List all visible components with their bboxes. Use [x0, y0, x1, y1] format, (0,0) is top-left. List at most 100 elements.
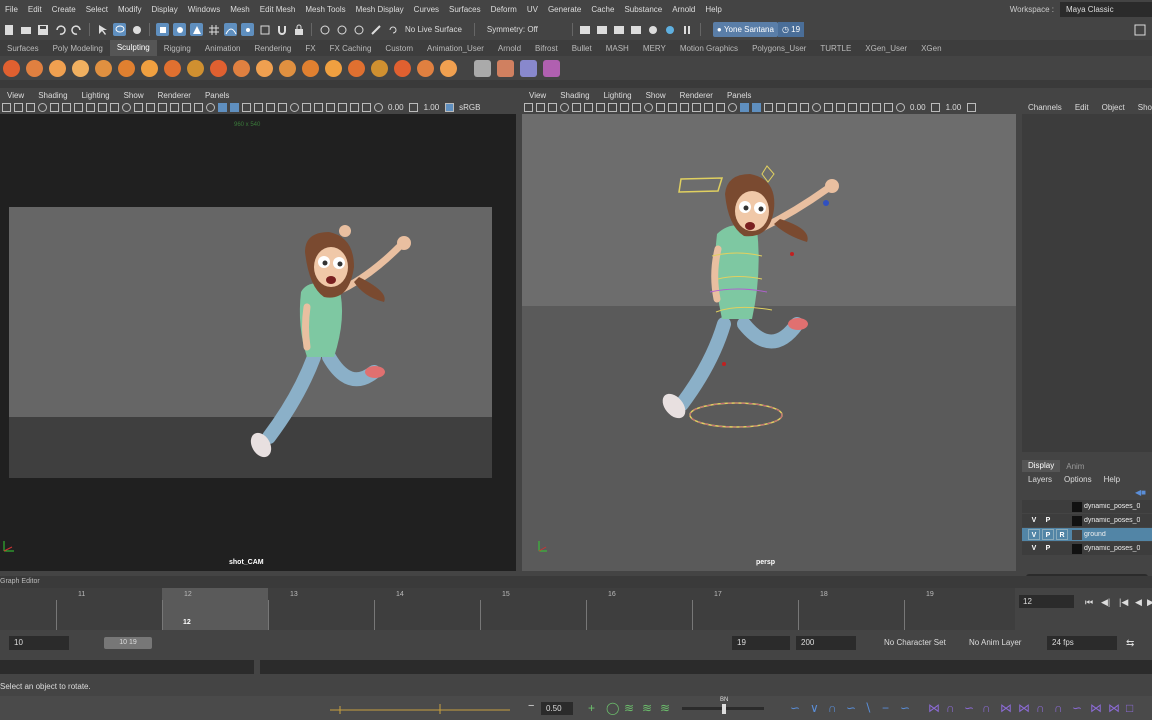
viewport-tool-icon[interactable]	[145, 103, 155, 112]
shelf-tab-fx[interactable]: FX	[298, 44, 322, 53]
menu-substance[interactable]: Substance	[619, 5, 667, 14]
shelf-tab-mery[interactable]: MERY	[636, 44, 673, 53]
minus-icon[interactable]: −	[528, 700, 534, 712]
left-panel-menu-shading[interactable]: Shading	[31, 91, 74, 100]
shelf-tool-icon[interactable]	[26, 59, 43, 77]
gamma-icon[interactable]	[931, 103, 941, 112]
viewport-tool-icon[interactable]	[97, 103, 107, 112]
curve-plateau-icon[interactable]: −	[882, 701, 889, 715]
viewport-tool-icon[interactable]	[253, 103, 263, 112]
shelf-tool-icon[interactable]	[325, 59, 342, 77]
layer-menu-options[interactable]: Options	[1058, 475, 1098, 484]
curve-auto-icon[interactable]: ∽	[900, 701, 910, 715]
layer-playback-toggle[interactable]	[1042, 501, 1054, 512]
shelf-tool-icon[interactable]	[497, 59, 514, 77]
mel-command-input[interactable]	[0, 660, 254, 674]
start-frame-field[interactable]: 10	[9, 636, 69, 650]
loop-icon[interactable]: ⇆	[1126, 638, 1134, 649]
shelf-tool-icon[interactable]	[187, 59, 204, 77]
layer-menu-layers[interactable]: Layers	[1022, 475, 1058, 484]
layer-name[interactable]: dynamic_poses_0	[1084, 517, 1140, 524]
menu-mesh[interactable]: Mesh	[225, 5, 255, 14]
viewport-tool-icon[interactable]	[229, 103, 239, 112]
menu-arnold[interactable]: Arnold	[667, 5, 700, 14]
magnet-icon[interactable]	[275, 23, 288, 36]
layer-row[interactable]: dynamic_poses_0	[1022, 500, 1152, 513]
construction-history-icon[interactable]	[318, 23, 331, 36]
paint-select-icon[interactable]	[130, 23, 143, 36]
viewport-tool-icon[interactable]	[835, 103, 845, 112]
graph-editor-label[interactable]: Graph Editor	[0, 578, 40, 585]
viewport-tool-icon[interactable]	[49, 103, 59, 112]
menu-create[interactable]: Create	[47, 5, 81, 14]
gamma-field[interactable]: 1.00	[424, 103, 440, 112]
menu-select[interactable]: Select	[81, 5, 113, 14]
anim-tool-3-icon[interactable]: ∽	[964, 701, 974, 715]
lasso-tool-icon[interactable]	[113, 23, 126, 36]
layer-color-swatch[interactable]	[1072, 529, 1082, 540]
viewport-tool-icon[interactable]	[157, 103, 167, 112]
select-component-icon[interactable]	[190, 23, 203, 36]
right-panel-menu-show[interactable]: Show	[639, 91, 673, 100]
viewport-tool-icon[interactable]	[619, 103, 629, 112]
viewport-tool-icon[interactable]	[679, 103, 689, 112]
anim-layer-dropdown[interactable]: No Anim Layer	[969, 638, 1021, 647]
viewport-tool-icon[interactable]	[25, 103, 35, 112]
viewport-tool-icon[interactable]	[523, 103, 533, 112]
menu-cache[interactable]: Cache	[586, 5, 619, 14]
right-panel-menu-renderer[interactable]: Renderer	[673, 91, 720, 100]
viewport-tool-icon[interactable]	[325, 103, 335, 112]
sidebar-toggle-icon[interactable]	[1133, 23, 1146, 36]
viewport-tool-icon[interactable]	[301, 103, 311, 112]
left-panel-menu-view[interactable]: View	[0, 91, 31, 100]
viewport-tool-icon[interactable]	[37, 103, 47, 112]
colorspace-label[interactable]: sRGB	[459, 103, 480, 112]
undo-icon[interactable]	[53, 23, 66, 36]
shelf-tab-animation-user[interactable]: Animation_User	[420, 44, 491, 53]
render-view-icon[interactable]	[579, 23, 592, 36]
shelf-tool-icon[interactable]	[3, 59, 20, 77]
exposure-field[interactable]: 0.00	[910, 103, 926, 112]
layer-row[interactable]: V Pdynamic_poses_0	[1022, 514, 1152, 527]
shelf-tool-icon[interactable]	[302, 59, 319, 77]
colorspace-icon[interactable]	[444, 103, 454, 112]
channel-box-menu-show[interactable]: Show	[1132, 103, 1152, 112]
viewport-tool-icon[interactable]	[1, 103, 11, 112]
layer-name[interactable]: dynamic_poses_0	[1084, 503, 1140, 510]
layer-reference-toggle[interactable]	[1056, 543, 1068, 554]
shelf-tool-icon[interactable]	[118, 59, 135, 77]
step-back-icon[interactable]: ◀|	[1101, 597, 1110, 608]
viewport-tool-icon[interactable]	[61, 103, 71, 112]
viewport-tool-icon[interactable]	[559, 103, 569, 112]
shelf-tool-icon[interactable]	[141, 59, 158, 77]
menu-curves[interactable]: Curves	[409, 5, 444, 14]
shelf-tool-icon[interactable]	[371, 59, 388, 77]
menu-help[interactable]: Help	[700, 5, 726, 14]
plus-icon[interactable]: +	[588, 701, 595, 715]
viewport-tool-icon[interactable]	[373, 103, 383, 112]
viewport-tool-icon[interactable]	[775, 103, 785, 112]
shelf-tool-icon[interactable]	[164, 59, 181, 77]
viewport-tool-icon[interactable]	[121, 103, 131, 112]
shelf-tool-icon[interactable]	[348, 59, 365, 77]
new-scene-icon[interactable]	[2, 23, 15, 36]
anim-tool-10-icon[interactable]: ⋈	[1090, 701, 1102, 715]
right-panel-menu-lighting[interactable]: Lighting	[597, 91, 639, 100]
viewport-tool-icon[interactable]	[535, 103, 545, 112]
viewport-tool-icon[interactable]	[85, 103, 95, 112]
shelf-tab-surfaces[interactable]: Surfaces	[0, 44, 46, 53]
shelf-tab-mash[interactable]: MASH	[599, 44, 636, 53]
symmetry-dropdown[interactable]: Symmetry: Off	[479, 25, 568, 34]
layer-row[interactable]: V P Rground	[1022, 528, 1152, 541]
viewport-tool-icon[interactable]	[895, 103, 905, 112]
layer-menu-help[interactable]: Help	[1098, 475, 1126, 484]
viewport-tool-icon[interactable]	[655, 103, 665, 112]
viewport-tool-icon[interactable]	[289, 103, 299, 112]
channel-box-menu-object[interactable]: Object	[1096, 103, 1132, 112]
select-hierarchy-icon[interactable]	[156, 23, 169, 36]
layer-visibility-toggle[interactable]: V	[1028, 543, 1040, 554]
viewport-tool-icon[interactable]	[883, 103, 893, 112]
layer-tab-display[interactable]: Display	[1022, 460, 1061, 472]
layer-visibility-toggle[interactable]: V	[1028, 529, 1040, 540]
anim-tool-9-icon[interactable]: ∽	[1072, 701, 1082, 715]
